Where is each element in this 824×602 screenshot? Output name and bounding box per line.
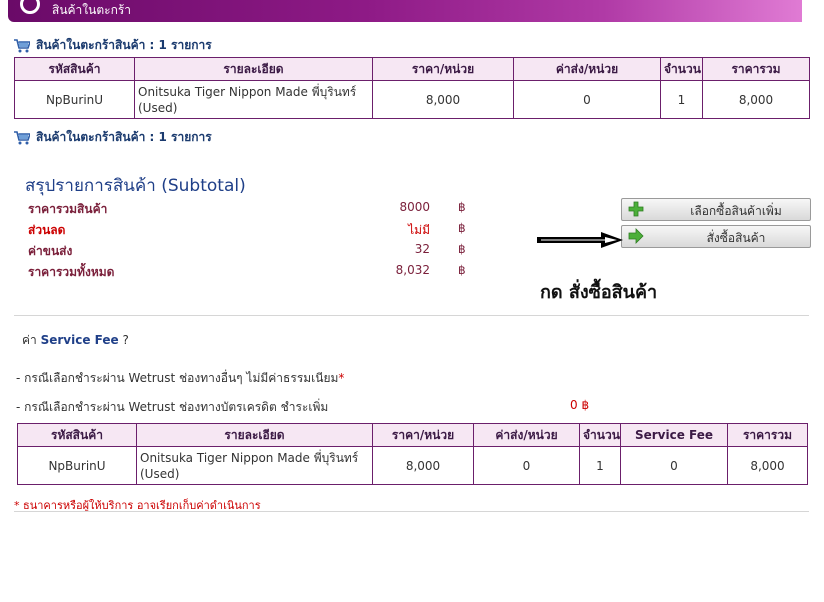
place-order-label: สั่งซื้อสินค้า: [706, 231, 766, 245]
col-header-qty: จำนวน: [660, 57, 703, 81]
shipping-value: 32: [414, 242, 430, 256]
service-fee-prefix: ค่า: [22, 333, 37, 347]
col-header-detail: รายละเอียด: [134, 57, 373, 81]
col-header-unit-price: ราคา/หน่วย: [372, 423, 474, 447]
fee-note-other-channels: - กรณีเลือกชำระผ่าน Wetrust ช่องทางอื่นๆ…: [16, 369, 344, 388]
discount-label: ส่วนลด: [28, 223, 66, 237]
cell-detail: Onitsuka Tiger Nippon Made พี่บุรินทร์ (…: [134, 80, 373, 119]
annotation-hint-text: กด สั่งซื้อสินค้า: [540, 282, 658, 303]
currency-symbol: ฿: [458, 221, 466, 235]
table-row: NpBurinU Onitsuka Tiger Nippon Made พี่บ…: [14, 80, 810, 119]
required-star: *: [338, 371, 345, 385]
circle-icon: [20, 0, 40, 14]
col-header-unit-price: ราคา/หน่วย: [372, 57, 514, 81]
currency-symbol: ฿: [458, 263, 466, 277]
subtotal-title: สรุปรายการสินค้า (Subtotal): [25, 176, 246, 196]
section-banner: สินค้าในตะกร้า: [8, 0, 802, 22]
continue-shopping-button[interactable]: เลือกซื้อสินค้าเพิ่ม: [621, 198, 811, 221]
table-header-row: รหัสสินค้า รายละเอียด ราคา/หน่วย ค่าส่ง/…: [14, 57, 810, 81]
cell-shipping: 0: [513, 80, 661, 119]
cell-unit-price: 8,000: [372, 80, 514, 119]
subtotal-value: 8000: [399, 200, 430, 214]
grand-total-label: ราคารวมทั้งหมด: [28, 265, 115, 279]
service-fee-label: Service Fee: [40, 333, 119, 347]
cell-total: 8,000: [727, 446, 808, 485]
cart-table: รหัสสินค้า รายละเอียด ราคา/หน่วย ค่าส่ง/…: [14, 57, 810, 119]
continue-shopping-label: เลือกซื้อสินค้าเพิ่ม: [690, 204, 782, 218]
col-header-total: ราคารวม: [727, 423, 808, 447]
col-header-code: รหัสสินค้า: [17, 423, 137, 447]
cart-count-text: สินค้าในตะกร้าสินค้า : 1 รายการ: [36, 38, 212, 52]
subtotal-row-discount: ส่วนลด ไม่มี ฿: [28, 221, 478, 241]
cell-qty: 1: [660, 80, 703, 119]
cell-detail: Onitsuka Tiger Nippon Made พี่บุรินทร์ (…: [136, 446, 373, 485]
place-order-button[interactable]: สั่งซื้อสินค้า: [621, 225, 811, 248]
col-header-shipping: ค่าส่ง/หน่วย: [513, 57, 661, 81]
fee-table: รหัสสินค้า รายละเอียด ราคา/หน่วย ค่าส่ง/…: [17, 423, 808, 485]
cart-count-line: สินค้าในตะกร้าสินค้า : 1 รายการ: [14, 36, 212, 55]
col-header-service-fee: Service Fee: [620, 423, 728, 447]
discount-value: ไม่มี: [408, 223, 430, 237]
banner-title: สินค้าในตะกร้า: [52, 3, 132, 17]
help-question-mark[interactable]: ?: [122, 333, 128, 347]
cart-count-text: สินค้าในตะกร้าสินค้า : 1 รายการ: [36, 130, 212, 144]
subtotal-row-grand-total: ราคารวมทั้งหมด 8,032 ฿: [28, 263, 478, 283]
fee-note-text: - กรณีเลือกชำระผ่าน Wetrust ช่องทางอื่นๆ…: [16, 371, 339, 385]
col-header-qty: จำนวน: [579, 423, 621, 447]
table-row: NpBurinU Onitsuka Tiger Nippon Made พี่บ…: [17, 446, 808, 485]
col-header-shipping: ค่าส่ง/หน่วย: [473, 423, 580, 447]
service-fee-title: ค่า Service Fee ?: [22, 331, 129, 350]
cell-service-fee: 0: [620, 446, 728, 485]
divider: [14, 511, 809, 512]
cell-qty: 1: [579, 446, 621, 485]
grand-total-value: 8,032: [395, 263, 430, 277]
divider: [14, 315, 809, 316]
shopping-cart-icon: [14, 130, 30, 144]
table-header-row: รหัสสินค้า รายละเอียด ราคา/หน่วย ค่าส่ง/…: [17, 423, 808, 447]
cell-code: NpBurinU: [14, 80, 135, 119]
subtotal-row-items: ราคารวมสินค้า 8000 ฿: [28, 200, 478, 220]
col-header-detail: รายละเอียด: [136, 423, 373, 447]
shopping-cart-icon: [14, 38, 30, 52]
cell-shipping: 0: [473, 446, 580, 485]
subtotal-row-shipping: ค่าขนส่ง 32 ฿: [28, 242, 478, 262]
col-header-total: ราคารวม: [702, 57, 810, 81]
cell-code: NpBurinU: [17, 446, 137, 485]
fee-note-text: - กรณีเลือกชำระผ่าน Wetrust ช่องทางบัตรเ…: [16, 400, 329, 414]
annotation-arrow-icon: [537, 232, 623, 248]
col-header-code: รหัสสินค้า: [14, 57, 135, 81]
currency-symbol: ฿: [458, 242, 466, 256]
currency-symbol: ฿: [458, 200, 466, 214]
cell-total: 8,000: [702, 80, 810, 119]
cart-count-line-bottom: สินค้าในตะกร้าสินค้า : 1 รายการ: [14, 128, 212, 147]
cell-unit-price: 8,000: [372, 446, 474, 485]
service-fee-amount: 0 ฿: [570, 398, 590, 412]
shipping-label: ค่าขนส่ง: [28, 244, 73, 258]
fee-note-credit-card: - กรณีเลือกชำระผ่าน Wetrust ช่องทางบัตรเ…: [16, 398, 328, 417]
subtotal-label: ราคารวมสินค้า: [28, 202, 108, 216]
